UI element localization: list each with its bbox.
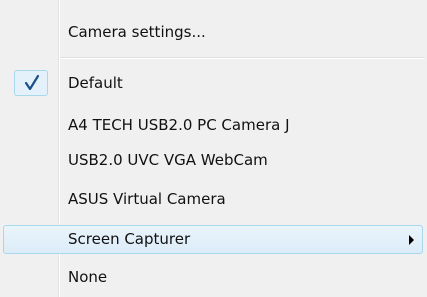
menu-item-uvc-webcam[interactable]: USB2.0 UVC VGA WebCam <box>0 146 425 175</box>
menu-separator-highlight <box>60 58 425 59</box>
menu-item-label: None <box>68 268 108 286</box>
menu-item-label: USB2.0 UVC VGA WebCam <box>68 151 268 169</box>
menu-item-label: ASUS Virtual Camera <box>68 190 226 208</box>
menu-item-label: Camera settings... <box>68 23 206 41</box>
menu-item-a4tech-camera[interactable]: A4 TECH USB2.0 PC Camera J <box>0 111 425 140</box>
menu-item-none[interactable]: None <box>0 263 425 292</box>
context-menu: Camera settings... Default A4 TECH USB2.… <box>0 0 427 297</box>
menu-item-label: A4 TECH USB2.0 PC Camera J <box>68 116 290 134</box>
menu-item-default[interactable]: Default <box>0 69 425 98</box>
menu-item-screen-capturer[interactable]: Screen Capturer <box>3 225 423 254</box>
menu-item-asus-virtual-camera[interactable]: ASUS Virtual Camera <box>0 185 425 214</box>
menu-item-label: Default <box>68 74 123 92</box>
submenu-arrow-icon <box>409 235 414 245</box>
menu-item-camera-settings[interactable]: Camera settings... <box>0 18 425 47</box>
menu-item-label: Screen Capturer <box>68 230 191 248</box>
